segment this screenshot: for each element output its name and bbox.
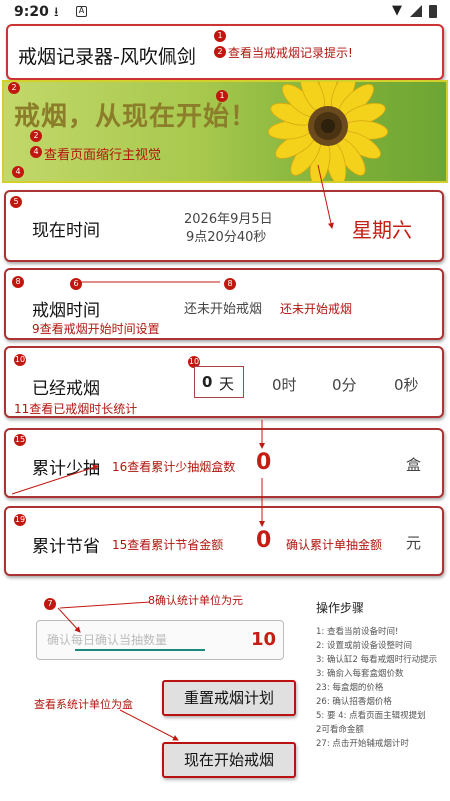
- weekday-value: 星期六: [352, 218, 412, 242]
- annotation-badge: 8: [224, 278, 236, 290]
- signal-icon: [410, 5, 422, 17]
- step-item: 3: 确认缸2 每看戒烟时行动提示: [316, 655, 438, 665]
- less-smoked-card: 15 累计少抽 16查看累计少抽烟盒数 0 盒: [4, 428, 444, 498]
- step-item: 2可看命金额: [316, 725, 364, 735]
- wifi-icon: ▼: [392, 3, 402, 18]
- step-item: 5: 要 4: 点看页面主辑视提划: [316, 711, 426, 721]
- step-item: 26: 确认招香烟价格: [316, 697, 392, 707]
- status-bar: 9:20 ⭳ A ▼: [0, 0, 450, 24]
- step-item: 2: 设置或前设备设整时间: [316, 641, 412, 651]
- status-time: 9:20: [14, 4, 49, 20]
- start-quit-button[interactable]: 现在开始戒烟: [162, 742, 296, 778]
- saved-value: 0: [256, 528, 272, 553]
- unit-annotation: 8确认统计单位为元: [148, 594, 243, 607]
- annotation-badge: 7: [44, 598, 56, 610]
- annotation-badge: 4: [12, 166, 24, 178]
- annotation-badge: 2: [214, 46, 226, 58]
- input-value: 10: [251, 629, 277, 650]
- now-time-label: 现在时间: [32, 221, 100, 241]
- duration-tip-annotation: 11查看已戒烟时长统计: [14, 402, 138, 416]
- sunflower-image: [267, 82, 389, 181]
- steps-panel: 操作步骤 1: 查看当前设备时间! 2: 设置或前设备设整时间 3: 确认缸2 …: [306, 593, 446, 783]
- annotation-badge: 19: [14, 514, 26, 526]
- annotation-badge: 2: [30, 130, 42, 142]
- daily-count-input[interactable]: 确认每日确认当抽数量 10: [36, 620, 284, 660]
- app-title: 戒烟记录器-风吹佩剑: [18, 46, 196, 68]
- annotation-badge: 2: [8, 82, 20, 94]
- now-clock-value: 9点20分40秒: [186, 230, 267, 245]
- step-item: 1: 查看当前设备时间!: [316, 627, 399, 637]
- download-icon: ⭳: [54, 5, 59, 20]
- hero-banner: 戒烟，从现在开始！ 2 1 2 4 查看页面缩行主视觉 4: [2, 80, 448, 183]
- box-unit-annotation: 查看系统计单位为盒: [34, 698, 133, 711]
- steps-title: 操作步骤: [316, 601, 365, 615]
- now-date-value: 2026年9月5日: [184, 212, 273, 227]
- input-underline: [75, 649, 205, 651]
- duration-card: 10 10 已经戒烟 0 天 0时 0分 0秒 11查看已戒烟时长统计: [4, 346, 444, 418]
- annotation-badge: 1: [216, 90, 228, 102]
- quit-time-value: 还未开始戒烟: [184, 302, 263, 317]
- hours-value: 0时: [272, 376, 297, 394]
- annotation-badge: 4: [30, 146, 42, 158]
- less-smoked-label: 累计少抽: [32, 459, 100, 479]
- annotation-badge: 6: [70, 278, 82, 290]
- quit-time-label: 戒烟时间: [32, 301, 100, 321]
- days-unit: 天: [219, 375, 235, 393]
- annotation-badge: 8: [12, 276, 24, 288]
- less-smoked-unit: 盒: [406, 456, 422, 474]
- annotation-badge: 15: [14, 434, 26, 446]
- saved-label: 累计节省: [32, 537, 100, 557]
- step-item: 23: 每盒烟的价格: [316, 683, 384, 693]
- duration-label: 已经戒烟: [32, 379, 100, 399]
- now-time-card: 5 现在时间 2026年9月5日 9点20分40秒 星期六: [4, 190, 444, 262]
- less-smoked-tip-annotation: 16查看累计少抽烟盒数: [112, 460, 236, 474]
- battery-icon: [429, 5, 437, 18]
- reset-plan-button[interactable]: 重置戒烟计划: [162, 680, 296, 716]
- days-value: 0: [202, 373, 213, 391]
- annotation-badge: 5: [10, 196, 22, 208]
- banner-tip-annotation: 查看页面缩行主视觉: [44, 148, 162, 163]
- quit-time-card[interactable]: 8 6 8 戒烟时间 还未开始戒烟 还未开始戒烟 9查看戒烟开始时间设置: [4, 268, 444, 340]
- saved-unit: 元: [406, 534, 422, 552]
- saved-card: 19 累计节省 15查看累计节省金额 0 确认累计单抽金额 元: [4, 506, 444, 576]
- seconds-value: 0秒: [394, 376, 419, 394]
- step-item: 3: 确俞入每套盒烟价数: [316, 669, 404, 679]
- a-app-icon: A: [76, 6, 87, 17]
- less-smoked-value: 0: [256, 450, 272, 475]
- step-item: 27: 点击开始辅戒烟计时: [316, 739, 409, 749]
- title-tip-annotation: 查看当戒戒烟记录提示!: [228, 46, 353, 60]
- annotation-badge: 10: [14, 354, 26, 366]
- not-started-annotation: 还未开始戒烟: [280, 302, 353, 316]
- days-box: 0 天: [194, 366, 244, 398]
- minutes-value: 0分: [332, 376, 357, 394]
- annotation-badge: 1: [214, 30, 226, 42]
- confirm-unit-annotation: 确认累计单抽金额: [286, 538, 383, 552]
- input-placeholder: 确认每日确认当抽数量: [47, 633, 168, 647]
- quit-time-tip-annotation: 9查看戒烟开始时间设置: [32, 322, 160, 336]
- saved-tip-annotation: 15查看累计节省金额: [112, 538, 224, 552]
